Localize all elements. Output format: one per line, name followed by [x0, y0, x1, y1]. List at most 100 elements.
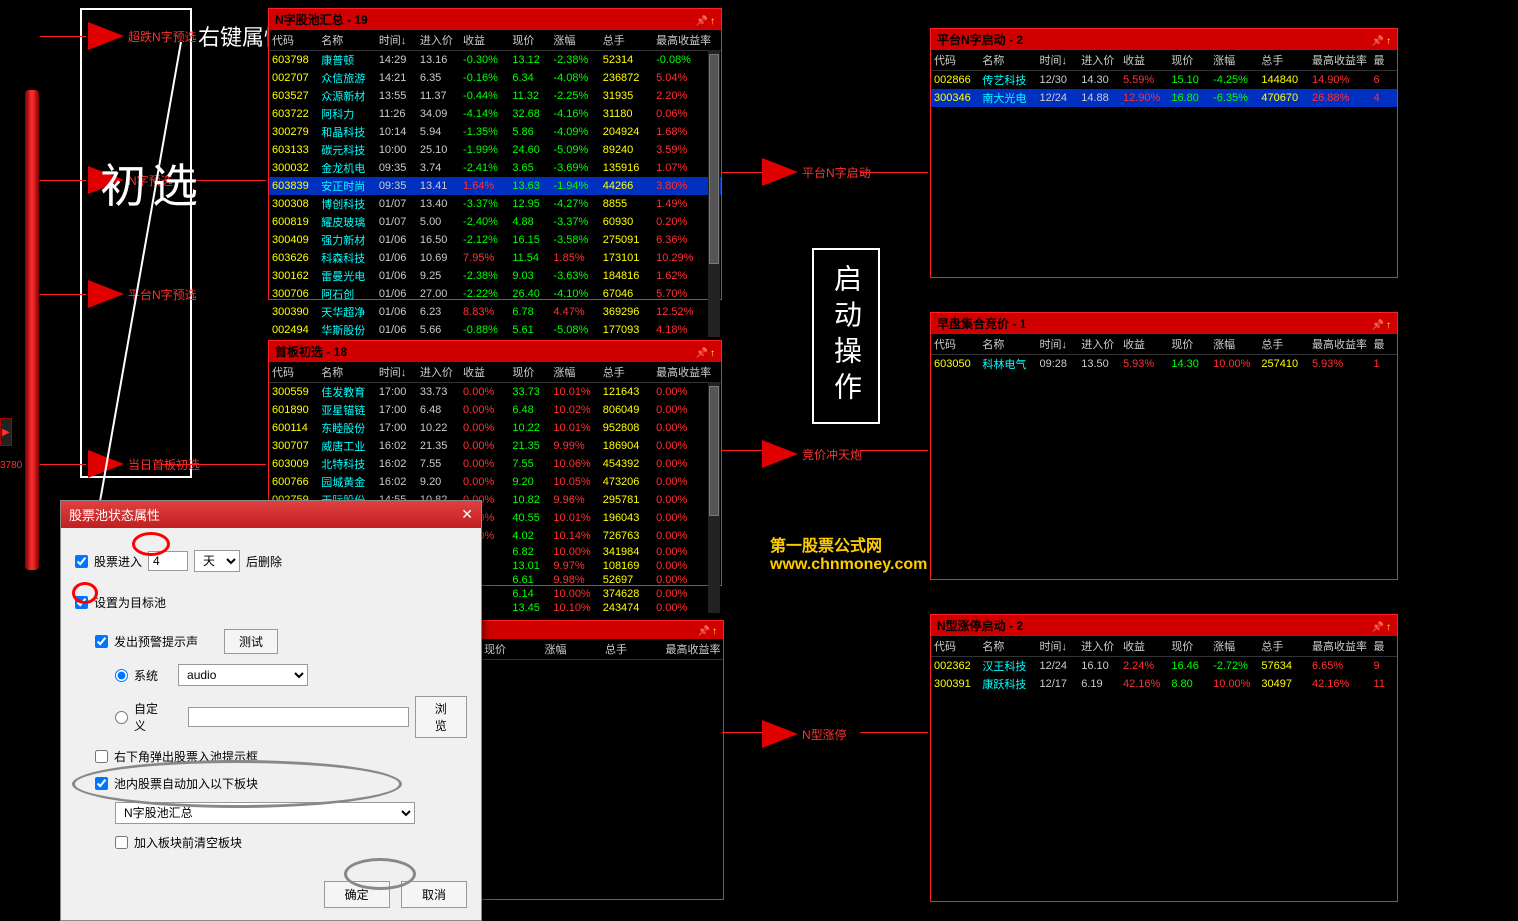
col-header[interactable]: 代码 — [931, 334, 979, 355]
table-row[interactable]: 002866传艺科技12/3014.305.59%15.10-4.25%1448… — [931, 71, 1397, 90]
col-header[interactable]: 时间↓ — [376, 362, 417, 383]
node-pingtaiN-launch[interactable]: 平台N字启动 — [762, 158, 871, 186]
col-header[interactable]: 涨幅 — [1210, 636, 1258, 657]
col-header[interactable]: 进入价 — [1078, 334, 1120, 355]
pin-icon[interactable]: 📌 — [1372, 320, 1384, 331]
scrollbar[interactable] — [708, 382, 720, 613]
select-unit[interactable]: 天 — [194, 550, 240, 572]
pin-icon[interactable]: 📌 — [696, 348, 708, 359]
col-header[interactable]: 收益 — [1120, 334, 1168, 355]
panel-header[interactable]: N字股池汇总 - 19 📌↑ — [269, 9, 721, 30]
table-row[interactable]: 601890亚星锚链17:006.480.00%6.4810.02%806049… — [269, 401, 721, 419]
table-row[interactable]: 603626科森科技01/0610.697.95%11.541.85%17310… — [269, 249, 721, 267]
btn-ok[interactable]: 确定 — [324, 881, 390, 908]
up-icon[interactable]: ↑ — [710, 16, 715, 27]
col-header[interactable]: 时间↓ — [1036, 636, 1078, 657]
panel-header[interactable]: N型涨停启动 - 2 📌↑ — [931, 615, 1397, 636]
table-row[interactable]: 300032金龙机电09:353.74-2.41%3.65-3.69%13591… — [269, 159, 721, 177]
table-row[interactable]: 600766园城黄金16:029.200.00%9.2010.05%473206… — [269, 473, 721, 491]
col-header[interactable]: 最高收益率 — [653, 30, 721, 51]
col-header[interactable]: 名称 — [318, 362, 376, 383]
col-header[interactable]: 收益 — [1120, 636, 1168, 657]
cb-target-pool[interactable] — [75, 596, 88, 609]
pin-icon[interactable]: 📌 — [698, 626, 710, 637]
col-header[interactable]: 名称 — [979, 50, 1036, 71]
table-row[interactable]: 300308博创科技01/0713.40-3.37%12.95-4.27%885… — [269, 195, 721, 213]
col-header[interactable]: 现价 — [1168, 50, 1210, 71]
table-row[interactable]: 300279和晶科技10:145.94-1.35%5.86-4.09%20492… — [269, 123, 721, 141]
col-header[interactable]: 最高收益率 — [1309, 636, 1371, 657]
col-header[interactable]: 收益 — [460, 362, 509, 383]
col-header[interactable]: 现价 — [509, 30, 550, 51]
cb-stock-enter[interactable] — [75, 555, 88, 568]
panel-header[interactable]: 平台N字启动 - 2 📌↑ — [931, 29, 1397, 50]
col-header[interactable]: 现价 — [509, 362, 550, 383]
cb-alert-sound[interactable] — [95, 635, 108, 648]
btn-test[interactable]: 测试 — [224, 629, 278, 654]
cb-clear-block[interactable] — [115, 836, 128, 849]
panel-header[interactable]: 早盘集合竞价 - 1 📌↑ — [931, 313, 1397, 334]
col-header[interactable]: 涨幅 — [550, 30, 599, 51]
col-header[interactable]: 代码 — [269, 30, 318, 51]
col-header[interactable]: 总手 — [600, 362, 653, 383]
table-row[interactable]: 300390天华超净01/066.238.83%6.784.47%3692961… — [269, 303, 721, 321]
side-arrow-widget[interactable]: ▶ — [0, 418, 12, 446]
up-icon[interactable]: ↑ — [1386, 320, 1391, 331]
dialog-titlebar[interactable]: 股票池状态属性 ✕ — [61, 501, 481, 528]
col-header[interactable]: 收益 — [1120, 50, 1168, 71]
col-header[interactable]: 代码 — [931, 636, 979, 657]
input-custom-path[interactable] — [188, 707, 409, 727]
node-jingjia[interactable]: 竞价冲天炮 — [762, 440, 862, 468]
table-row[interactable]: 002494华斯股份01/065.66-0.88%5.61-5.08%17709… — [269, 321, 721, 339]
table-row[interactable]: 300391康跃科技12/176.1942.16%8.8010.00%30497… — [931, 675, 1397, 693]
table-row[interactable]: 600114东睦股份17:0010.220.00%10.2210.01%9528… — [269, 419, 721, 437]
cb-popup[interactable] — [95, 750, 108, 763]
up-icon[interactable]: ↑ — [712, 626, 717, 637]
table-row[interactable]: 300706阿石创01/0627.00-2.22%26.40-4.10%6704… — [269, 285, 721, 303]
col-header[interactable]: 总手 — [1258, 334, 1309, 355]
col-header[interactable]: 最 — [1371, 636, 1397, 657]
col-header[interactable]: 收益 — [460, 30, 509, 51]
table-row[interactable]: 300559佳发教育17:0033.730.00%33.7310.01%1216… — [269, 383, 721, 402]
select-block[interactable]: N字股池汇总 — [115, 802, 415, 824]
col-header[interactable]: 代码 — [931, 50, 979, 71]
pin-icon[interactable]: 📌 — [1372, 36, 1384, 47]
table-row[interactable]: 603050科林电气09:2813.505.93%14.3010.00%2574… — [931, 355, 1397, 374]
col-header[interactable]: 时间↓ — [376, 30, 417, 51]
col-header[interactable]: 现价 — [1168, 334, 1210, 355]
up-icon[interactable]: ↑ — [710, 348, 715, 359]
pin-icon[interactable]: 📌 — [1372, 622, 1384, 633]
col-header[interactable]: 代码 — [269, 362, 318, 383]
table-row[interactable]: 603839安正时尚09:3513.411.64%13.63-1.94%4426… — [269, 177, 721, 195]
col-header[interactable]: 进入价 — [1078, 636, 1120, 657]
node-Nxing[interactable]: N型涨停 — [762, 720, 847, 748]
col-header[interactable]: 总手 — [1258, 636, 1309, 657]
col-header[interactable]: 名称 — [979, 334, 1036, 355]
table-row[interactable]: 603133碳元科技10:0025.10-1.99%24.60-5.09%892… — [269, 141, 721, 159]
col-header[interactable]: 最高收益率 — [1309, 334, 1371, 355]
radio-custom[interactable] — [115, 711, 128, 724]
table-row[interactable]: 603009北特科技16:027.550.00%7.5510.06%454392… — [269, 455, 721, 473]
col-header[interactable]: 总手 — [1258, 50, 1309, 71]
col-header[interactable]: 最高收益率 — [1309, 50, 1371, 71]
panel-header[interactable]: 首板初选 - 18 📌↑ — [269, 341, 721, 362]
col-header[interactable]: 最高收益率 — [653, 362, 721, 383]
table-row[interactable]: 600819耀皮玻璃01/075.00-2.40%4.88-3.37%60930… — [269, 213, 721, 231]
table-row[interactable]: 002707众信旅游14:216.35-0.16%6.34-4.08%23687… — [269, 69, 721, 87]
cb-autoblock[interactable] — [95, 777, 108, 790]
col-header[interactable]: 涨幅 — [1210, 50, 1258, 71]
table-row[interactable]: 002362汉王科技12/2416.102.24%16.46-2.72%5763… — [931, 657, 1397, 676]
col-header[interactable]: 最 — [1371, 50, 1397, 71]
col-header[interactable]: 进入价 — [1078, 50, 1120, 71]
select-audio[interactable]: audio — [178, 664, 308, 686]
col-header[interactable]: 现价 — [1168, 636, 1210, 657]
col-header[interactable]: 时间↓ — [1036, 334, 1078, 355]
table-row[interactable]: 300409强力新材01/0616.50-2.12%16.15-3.58%275… — [269, 231, 721, 249]
col-header[interactable]: 进入价 — [417, 362, 460, 383]
panel-header[interactable]: 📌↑ — [481, 621, 723, 639]
table-row[interactable]: 300707威唐工业16:0221.350.00%21.359.99%18690… — [269, 437, 721, 455]
table-row[interactable]: 300346南大光电12/2414.8812.90%16.80-6.35%470… — [931, 89, 1397, 107]
col-header[interactable]: 涨幅 — [550, 362, 599, 383]
col-header[interactable]: 最 — [1371, 334, 1397, 355]
up-icon[interactable]: ↑ — [1386, 36, 1391, 47]
